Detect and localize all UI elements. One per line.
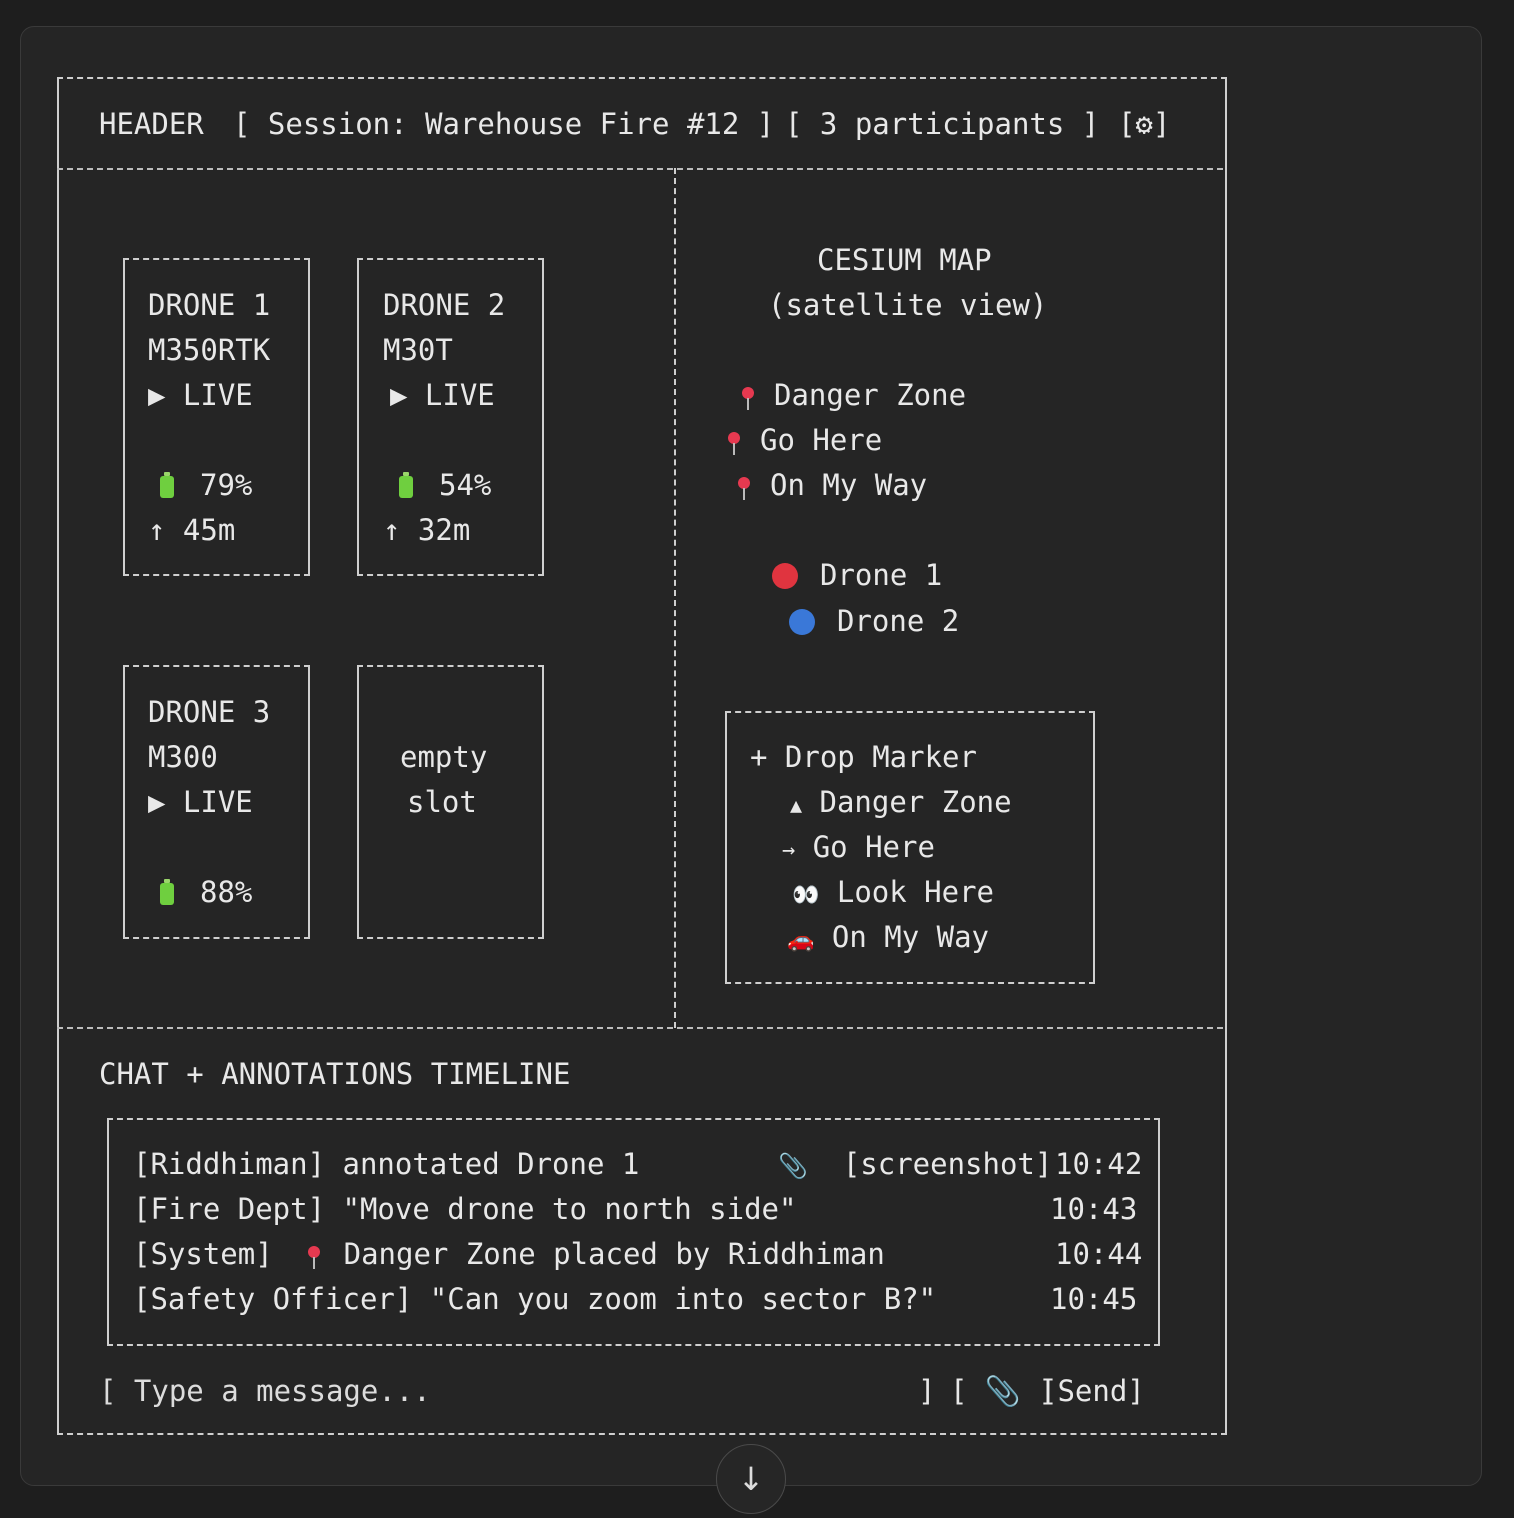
chat-message[interactable]: [Fire Dept] "Move drone to north side" xyxy=(133,1189,796,1229)
empty-slot-label: empty xyxy=(400,740,488,774)
battery-value: 79% xyxy=(200,468,253,502)
drop-menu-item-look-here[interactable]: 👀 Look Here xyxy=(792,872,994,916)
live-status[interactable]: ▶ LIVE xyxy=(390,375,495,415)
session-name[interactable]: [ Session: Warehouse Fire #12 ] xyxy=(233,104,774,144)
message-input-end: ] xyxy=(918,1374,936,1408)
chat-divider xyxy=(57,1027,1223,1029)
warning-triangle-icon: ▲ xyxy=(790,793,803,817)
marker-label: On My Way xyxy=(770,468,928,502)
drone-model: M300 xyxy=(148,740,218,774)
arrow-down-icon: ↓ xyxy=(737,1460,765,1498)
chat-message[interactable]: [Safety Officer] "Can you zoom into sect… xyxy=(133,1279,936,1319)
header-label: HEADER xyxy=(99,107,204,141)
battery-value: 54% xyxy=(439,468,492,502)
attachment-link[interactable]: 📎 [screenshot] xyxy=(778,1144,1052,1186)
map-pin-icon xyxy=(728,432,740,455)
drone-name: DRONE 2 xyxy=(383,288,506,322)
drop-marker-title: + Drop Marker xyxy=(750,740,977,774)
marker-label: Go Here xyxy=(760,423,883,457)
marker-label: Danger Zone xyxy=(774,378,967,412)
map-marker[interactable]: Go Here xyxy=(728,420,882,460)
drone-name: DRONE 1 xyxy=(148,288,271,322)
paperclip-icon: 📎 xyxy=(778,1152,808,1180)
chat-title: CHAT + ANNOTATIONS TIMELINE xyxy=(99,1057,571,1091)
car-icon: 🚗 xyxy=(787,928,815,953)
battery-icon xyxy=(399,472,413,498)
map-pin-icon xyxy=(738,477,750,500)
map-marker[interactable]: On My Way xyxy=(738,465,927,505)
message-input[interactable]: [ Type a message... xyxy=(99,1371,919,1411)
drop-menu-item-danger-zone[interactable]: ▲ Danger Zone xyxy=(790,782,1012,825)
battery-readout: 54% xyxy=(399,465,491,505)
message-time: 10:43 xyxy=(1050,1192,1138,1226)
drone-marker[interactable]: Drone 1 xyxy=(772,555,942,595)
message-time: 10:44 xyxy=(1055,1237,1143,1271)
drone-model: M350RTK xyxy=(148,333,271,367)
altitude-readout: ↑ 32m xyxy=(383,513,471,547)
chat-message[interactable]: [System] Danger Zone placed by Riddhiman xyxy=(133,1234,885,1274)
live-status[interactable]: ▶ LIVE xyxy=(148,782,253,822)
message-time: 10:42 xyxy=(1055,1147,1143,1181)
settings-button[interactable]: [⚙] xyxy=(1118,104,1170,144)
map-pin-icon xyxy=(307,1246,320,1269)
battery-value: 88% xyxy=(200,875,253,909)
drone-model: M30T xyxy=(383,333,453,367)
battery-readout: 88% xyxy=(160,872,252,912)
battery-icon xyxy=(160,879,174,905)
eyes-icon: 👀 xyxy=(792,883,820,908)
drop-menu-item-go-here[interactable]: → Go Here xyxy=(782,827,935,871)
altitude-readout: ↑ 45m xyxy=(148,513,236,547)
message-time: 10:45 xyxy=(1050,1282,1138,1316)
battery-readout: 79% xyxy=(160,465,252,505)
map-title: CESIUM MAP xyxy=(817,243,992,277)
empty-slot-label: slot xyxy=(407,785,477,819)
arrow-right-icon: → xyxy=(782,838,796,863)
drone-marker-label: Drone 1 xyxy=(820,558,943,592)
red-dot-icon xyxy=(772,563,798,589)
chat-message[interactable]: [Riddhiman] annotated Drone 1 xyxy=(133,1144,639,1184)
participants-count[interactable]: [ 3 participants ] xyxy=(785,104,1099,144)
drone-marker-label: Drone 2 xyxy=(837,604,960,638)
blue-dot-icon xyxy=(789,609,815,635)
drone-name: DRONE 3 xyxy=(148,695,271,729)
send-button[interactable]: [Send] xyxy=(1040,1371,1145,1411)
live-status[interactable]: ▶ LIVE xyxy=(148,375,253,415)
map-pin-icon xyxy=(742,387,754,410)
battery-icon xyxy=(160,472,174,498)
drone-marker[interactable]: Drone 2 xyxy=(789,601,959,641)
map-marker[interactable]: Danger Zone xyxy=(742,375,966,415)
scroll-down-button[interactable]: ↓ xyxy=(716,1444,786,1514)
drop-menu-item-on-my-way[interactable]: 🚗 On My Way xyxy=(787,917,989,961)
map-subtitle: (satellite view) xyxy=(768,288,1048,322)
